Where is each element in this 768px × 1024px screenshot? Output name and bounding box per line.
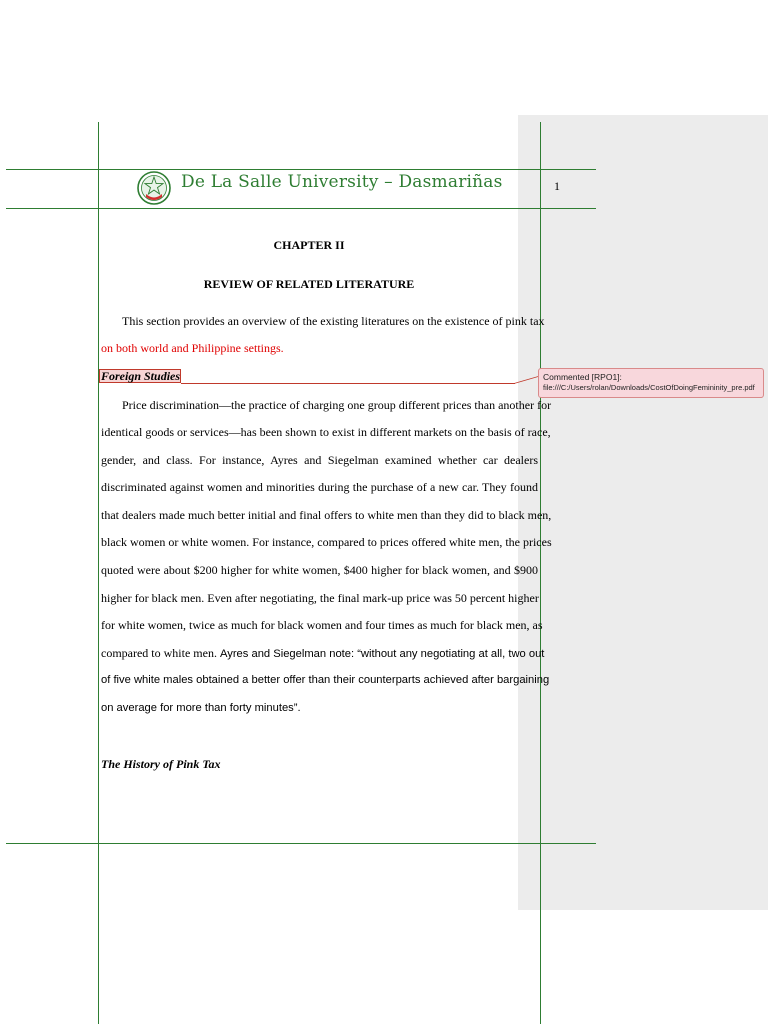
comment-tag: Commented [RPO1]: [543,372,622,382]
paragraph-line: Price discrimination—the practice of cha… [122,398,552,412]
paragraph-line: quoted were about $200 higher for white … [101,563,538,577]
university-name: De La Salle University – Dasmariñas [181,172,503,192]
paragraph-line: for white women, twice as much for black… [101,618,543,632]
chapter-heading: CHAPTER II [273,238,345,252]
paragraph-line: gender, and class. For instance, Ayres a… [101,453,538,467]
comment-balloon[interactable]: Commented [RPO1]: file:///C:/Users/rolan… [538,368,764,398]
header-bottom-guide [6,208,596,209]
comment-text: file:///C:/Users/rolan/Downloads/CostOfD… [543,383,755,392]
quote-line-2: of five white males obtained a better of… [101,674,550,686]
section-heading-history: The History of Pink Tax [101,757,221,771]
header-top-guide [6,169,596,170]
chapter-title: REVIEW OF RELATED LITERATURE [203,277,415,291]
comments-pane [518,115,768,910]
paragraph-line: discriminated against women and minoriti… [101,480,538,494]
right-margin-guide [540,122,541,1024]
comment-anchor-line [181,383,515,384]
university-seal-icon [137,171,171,205]
paragraph-line: black women or white women. For instance… [101,535,552,549]
quote-line-3: on average for more than forty minutes”. [101,702,301,714]
intro-line-2: on both world and Philippine settings. [101,341,284,355]
section-heading-foreign-studies: Foreign Studies [101,369,181,383]
page-number: 1 [554,179,560,193]
quote-lead-text: compared to white men. [101,646,220,660]
comment-connector [514,375,540,384]
paragraph-line: that dealers made much better initial an… [101,508,552,522]
intro-line-1: This section provides an overview of the… [122,314,545,328]
quote-text: Ayres and Siegelman note: “without any n… [219,648,545,660]
quote-line-1: compared to white men. Ayres and Siegelm… [101,646,544,661]
paragraph-line: higher for black men. Even after negotia… [101,591,539,605]
left-margin-guide [98,122,99,1024]
footer-guide [6,843,596,844]
paragraph-line: identical goods or services—has been sho… [101,425,551,439]
